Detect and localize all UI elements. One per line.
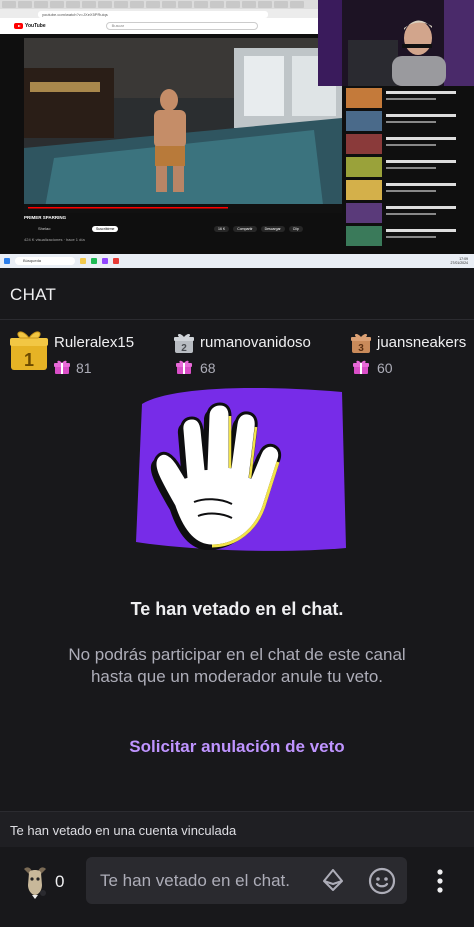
taskbar-app-icon bbox=[80, 258, 86, 264]
chat-input-row: 0 Te han vetado en el chat. bbox=[0, 847, 474, 927]
leader-name: rumanovanidoso bbox=[200, 334, 311, 351]
video-actions: 16 K Compartir Descargar Clip bbox=[214, 226, 303, 232]
linked-ban-text: Te han vetado en una cuenta vinculada bbox=[10, 823, 237, 838]
gift-rank-badge-icon: 3 bbox=[351, 333, 371, 354]
goat-avatar-icon[interactable] bbox=[20, 863, 50, 899]
rank-number: 3 bbox=[358, 343, 364, 354]
bits-diamond-icon[interactable] bbox=[322, 869, 344, 891]
ban-title: Te han vetado en el chat. bbox=[130, 599, 344, 619]
youtube-logo: YouTube bbox=[14, 23, 46, 29]
request-unban-link[interactable]: Solicitar anulación de veto bbox=[0, 737, 474, 757]
channel-points-count: 0 bbox=[55, 872, 65, 891]
download-button: Descargar bbox=[260, 226, 285, 232]
webcam-overlay bbox=[318, 0, 474, 86]
youtube-header: YouTube Buscar bbox=[0, 18, 318, 34]
leader-name: Ruleralex15 bbox=[54, 334, 135, 351]
taskbar-app-icon bbox=[113, 258, 119, 264]
smiley-emote-icon[interactable] bbox=[368, 867, 396, 895]
taskbar-app-icon bbox=[102, 258, 108, 264]
linked-account-ban-notice: Te han vetado en una cuenta vinculada bbox=[0, 811, 474, 847]
subscribe-button: Suscribirme bbox=[92, 226, 119, 232]
banned-hand-illustration bbox=[136, 388, 346, 551]
chat-input-text: Te han vetado en el chat. bbox=[100, 871, 290, 890]
video-frame bbox=[24, 38, 342, 213]
gift-rank-badge-icon: 2 bbox=[174, 333, 194, 354]
gift-icon bbox=[353, 360, 369, 374]
gift-leaderboard: 1 Ruleralex15 81 2 rumanovanidoso 68 3 j… bbox=[0, 321, 474, 385]
leader-name: juansneakers bbox=[377, 334, 467, 351]
gift-rank-badge-icon: 1 bbox=[10, 331, 48, 370]
video-title: PRIMER SPARRING bbox=[24, 215, 67, 220]
gift-count: 81 bbox=[76, 360, 92, 376]
os-taskbar: Búsqueda 17:09 27/01/2024 bbox=[0, 254, 474, 268]
gift-icon bbox=[54, 360, 70, 374]
gift-count: 68 bbox=[200, 360, 216, 376]
youtube-logo-text: YouTube bbox=[25, 23, 46, 29]
stream-preview[interactable]: youtube.com/watch?v=JXeX5PRuiqs YouTube … bbox=[0, 0, 474, 268]
video-views: 424 K visualizaciones · hace 1 día bbox=[24, 237, 85, 242]
clip-button: Clip bbox=[288, 226, 303, 232]
youtube-play-icon bbox=[14, 23, 23, 29]
taskbar-clock: 17:09 27/01/2024 bbox=[450, 257, 468, 265]
browser-chrome: youtube.com/watch?v=JXeX5PRuiqs YouTube … bbox=[0, 0, 318, 34]
taskbar-app-icon bbox=[91, 258, 97, 264]
chat-header: CHAT bbox=[0, 268, 474, 320]
gift-icon bbox=[176, 360, 192, 374]
rank-number: 2 bbox=[181, 343, 187, 354]
address-bar: youtube.com/watch?v=JXeX5PRuiqs bbox=[38, 11, 268, 18]
leaderboard-entry-2[interactable]: 2 rumanovanidoso 68 bbox=[174, 329, 344, 379]
clock-date: 27/01/2024 bbox=[450, 261, 468, 265]
share-button: Compartir bbox=[233, 226, 257, 232]
chat-message-input[interactable]: Te han vetado en el chat. bbox=[86, 857, 407, 904]
taskbar-search: Búsqueda bbox=[15, 257, 75, 265]
browser-tab-strip bbox=[0, 0, 318, 9]
leaderboard-entry-3[interactable]: 3 juansneakers 60 bbox=[351, 329, 473, 379]
ban-description: No podrás participar en el chat de este … bbox=[68, 645, 406, 686]
leaderboard-entry-1[interactable]: 1 Ruleralex15 81 bbox=[10, 329, 170, 379]
like-button: 16 K bbox=[214, 226, 230, 232]
vertical-dots-icon[interactable] bbox=[430, 867, 450, 895]
rank-number: 1 bbox=[24, 350, 34, 370]
chat-title: CHAT bbox=[10, 285, 57, 304]
windows-start-icon bbox=[4, 258, 10, 264]
gift-count: 60 bbox=[377, 360, 393, 376]
youtube-search: Buscar bbox=[105, 22, 258, 30]
recommended-videos bbox=[346, 86, 474, 254]
